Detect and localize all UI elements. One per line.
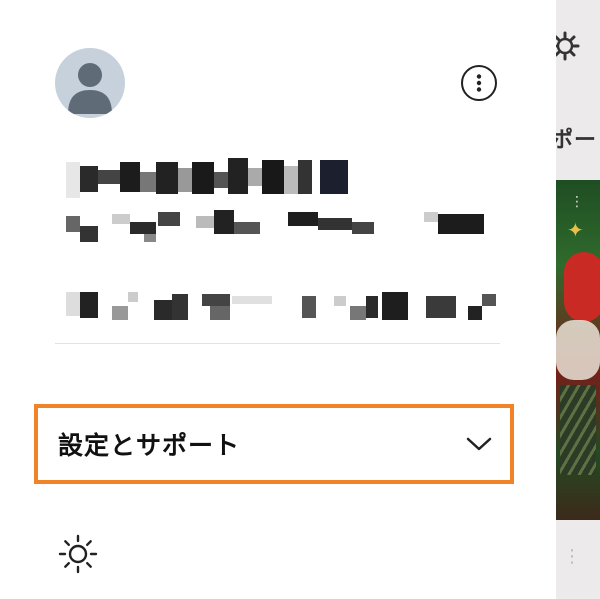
sun-icon[interactable] — [56, 532, 100, 576]
background-page-title: ポー — [551, 128, 598, 153]
sparkle-icon: ✦ — [567, 218, 584, 242]
background-video-thumbnail[interactable]: ⋮ ✦ — [556, 180, 600, 520]
chevron-down-icon — [466, 437, 492, 451]
default-avatar-icon — [68, 63, 112, 114]
settings-and-support-item[interactable]: 設定とサポート — [34, 404, 514, 484]
settings-and-support-label: 設定とサポート — [58, 431, 241, 460]
account-drawer: 設定とサポート — [0, 0, 556, 599]
kebab-icon[interactable]: ⋮ — [563, 546, 581, 567]
thumbnail-figure — [560, 385, 596, 475]
kebab-icon[interactable]: ⋮ — [570, 194, 584, 210]
thumbnail-figure — [564, 252, 600, 322]
avatar[interactable] — [55, 48, 125, 118]
more-options-button[interactable] — [461, 65, 497, 101]
more-vertical-icon — [476, 74, 482, 92]
divider — [55, 343, 500, 344]
thumbnail-figure — [556, 320, 600, 380]
